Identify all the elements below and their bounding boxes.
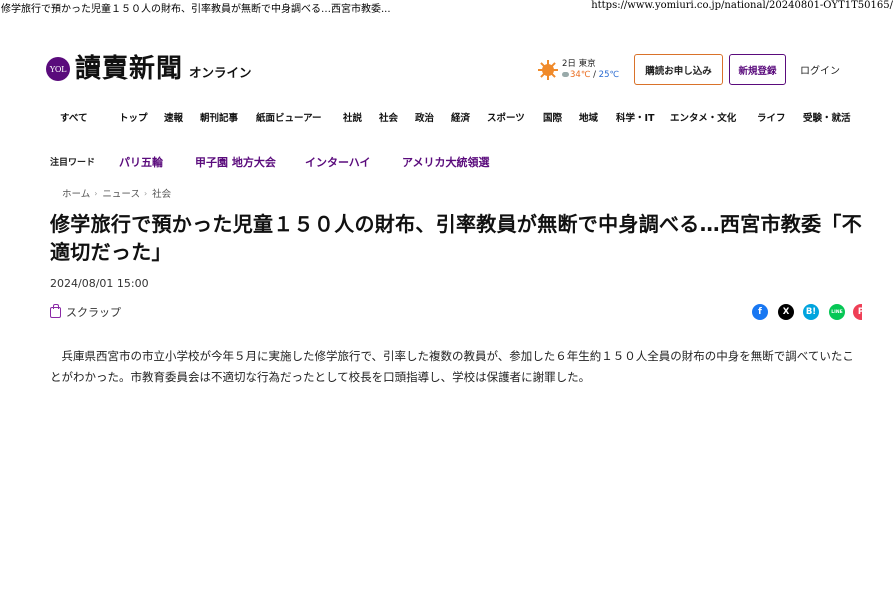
nav-item-editorial[interactable]: 社説 (343, 110, 362, 128)
trend-link-paris[interactable]: パリ五輪 (119, 154, 163, 172)
logo-suffix: オンライン (189, 64, 252, 80)
nav-item-life[interactable]: ライフ (757, 110, 786, 128)
weather-day-city: 2日 東京 (562, 59, 596, 69)
nav-item-exams[interactable]: 受験・就活 (803, 110, 851, 128)
print-header-title: 修学旅行で預かった児童１５０人の財布、引率教員が無断で中身調べる…西宮市教委..… (1, 4, 391, 15)
pocket-icon[interactable]: P (853, 304, 862, 320)
weather-widget[interactable]: 2日 東京 34℃ / 25℃ (538, 57, 619, 83)
scrap-label: スクラップ (66, 306, 121, 319)
nav-item-top[interactable]: トップ (119, 110, 148, 128)
breadcrumb-home[interactable]: ホーム (62, 186, 90, 200)
hatena-icon[interactable]: B! (803, 304, 819, 320)
weather-temps: 34℃ / 25℃ (562, 70, 619, 81)
yol-logo-icon: YOL (46, 57, 70, 81)
trend-link-koshien[interactable]: 甲子園 地方大会 (195, 154, 276, 172)
share-buttons: f X B! LINE P (752, 303, 862, 321)
nav-item-all[interactable]: すべて (60, 110, 87, 128)
nav-item-local[interactable]: 地域 (579, 110, 598, 128)
breadcrumb-society[interactable]: 社会 (152, 186, 171, 200)
breadcrumb-news[interactable]: ニュース (102, 186, 140, 200)
chevron-right-icon: › (143, 188, 148, 198)
site-logo[interactable]: YOL 讀賣新聞 オンライン (46, 52, 252, 86)
nav-item-sports[interactable]: スポーツ (487, 110, 525, 128)
scrap-icon (50, 303, 61, 318)
trend-link-election[interactable]: アメリカ大統領選 (402, 154, 489, 172)
article-date: 2024/08/01 15:00 (50, 277, 149, 290)
trending-label: 注目ワード (50, 158, 96, 168)
logo-name: 讀賣新聞 (75, 54, 184, 84)
register-button[interactable]: 新規登録 (729, 54, 786, 85)
main-nav: すべて トップ 速報 朝刊記事 紙面ビューアー 社説 社会 政治 経済 スポーツ… (46, 110, 861, 128)
sun-icon (538, 60, 558, 80)
login-button[interactable]: ログイン (797, 54, 843, 85)
cloud-icon (562, 72, 569, 77)
page-title: 修学旅行で預かった児童１５０人の財布、引率教員が無断で中身調べる…西宮市教委「不… (50, 212, 862, 264)
nav-item-morning[interactable]: 朝刊記事 (200, 110, 238, 128)
chevron-right-icon: › (94, 188, 98, 198)
weather-high: 34℃ (570, 70, 591, 80)
nav-item-breaking[interactable]: 速報 (164, 110, 183, 128)
weather-sep: / (590, 70, 599, 80)
nav-item-society[interactable]: 社会 (379, 110, 398, 128)
nav-item-world[interactable]: 国際 (543, 110, 562, 128)
trend-link-interhigh[interactable]: インターハイ (305, 154, 371, 172)
breadcrumb: ホーム › ニュース › 社会 (62, 185, 171, 201)
scrap-button[interactable]: スクラップ (50, 303, 121, 321)
nav-item-viewer[interactable]: 紙面ビューアー (256, 110, 322, 128)
x-icon[interactable]: X (778, 304, 794, 320)
article-body: 兵庫県西宮市の市立小学校が今年５月に実施した修学旅行で、引率した複数の教員が、参… (50, 349, 854, 384)
nav-item-science[interactable]: 科学・IT (616, 110, 655, 128)
line-icon[interactable]: LINE (829, 304, 845, 320)
nav-item-politics[interactable]: 政治 (415, 110, 434, 128)
nav-item-economy[interactable]: 経済 (451, 110, 470, 128)
facebook-icon[interactable]: f (752, 304, 768, 320)
print-header-url: https://www.yomiuri.co.jp/national/20240… (591, 0, 893, 11)
nav-item-culture[interactable]: エンタメ・文化 (670, 110, 736, 128)
print-header: 修学旅行で預かった児童１５０人の財布、引率教員が無断で中身調べる…西宮市教委..… (0, 0, 893, 15)
weather-low: 25℃ (598, 70, 620, 80)
subscribe-button[interactable]: 購読お申し込み (634, 54, 723, 85)
